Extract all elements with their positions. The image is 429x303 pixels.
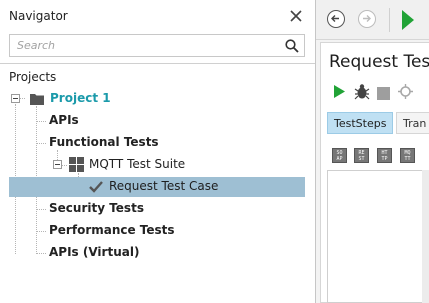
- debug-bug-icon[interactable]: [353, 83, 371, 104]
- editor-title: Request Test Case: [329, 52, 429, 72]
- navigator-panel: Navigator Projects Project 1 APIs Functi…: [0, 0, 315, 303]
- project-expander[interactable]: [11, 94, 20, 103]
- search-input[interactable]: [17, 38, 279, 53]
- add-rest-step-button[interactable]: RE ST: [354, 148, 369, 163]
- stop-icon[interactable]: [377, 85, 390, 104]
- tree-guide: [36, 143, 46, 144]
- add-http-step-button[interactable]: HT TP: [377, 148, 392, 163]
- test-suite-icon: [69, 157, 84, 176]
- suite-expander[interactable]: [53, 160, 62, 169]
- test-steps-list[interactable]: [327, 170, 429, 303]
- tree-guide: [36, 231, 46, 232]
- tree-guide: [36, 253, 46, 254]
- close-icon[interactable]: [286, 6, 306, 26]
- navigator-title: Navigator: [9, 9, 68, 23]
- checkmark-icon: [88, 179, 104, 198]
- main-toolbar: [316, 0, 429, 40]
- tree-node-test-case[interactable]: Request Test Case: [109, 179, 218, 193]
- toolbar-separator: [389, 8, 390, 32]
- run-test-icon[interactable]: [333, 84, 346, 103]
- tree-guide: [36, 209, 46, 210]
- search-icon[interactable]: [284, 38, 300, 54]
- tree-node-test-suite[interactable]: MQTT Test Suite: [89, 157, 185, 171]
- forward-button[interactable]: [358, 10, 376, 28]
- navigator-divider: [0, 63, 315, 64]
- tree-node-apis[interactable]: APIs: [49, 113, 79, 127]
- tree-node-apis-virtual[interactable]: APIs (Virtual): [49, 245, 139, 259]
- folder-icon: [29, 91, 45, 110]
- navigator-header: Navigator: [0, 0, 315, 34]
- tree-node-security-tests[interactable]: Security Tests: [49, 201, 144, 215]
- add-soap-step-button[interactable]: SO AP: [332, 148, 347, 163]
- add-mqtt-step-button[interactable]: MQ TT: [400, 148, 415, 163]
- tab-teststeps[interactable]: TestSteps: [327, 112, 394, 134]
- tab-transactions[interactable]: Tran: [396, 112, 429, 134]
- back-button[interactable]: [327, 10, 345, 28]
- options-gear-icon[interactable]: [398, 84, 413, 103]
- run-icon[interactable]: [401, 9, 415, 35]
- tree-guide: [36, 121, 46, 122]
- search-box: [9, 34, 305, 57]
- vertical-scrollbar[interactable]: [422, 170, 429, 303]
- projects-label: Projects: [9, 70, 57, 84]
- tree-node-project[interactable]: Project 1: [50, 91, 111, 105]
- tree-node-performance-tests[interactable]: Performance Tests: [49, 223, 175, 237]
- tree-node-functional-tests[interactable]: Functional Tests: [49, 135, 159, 149]
